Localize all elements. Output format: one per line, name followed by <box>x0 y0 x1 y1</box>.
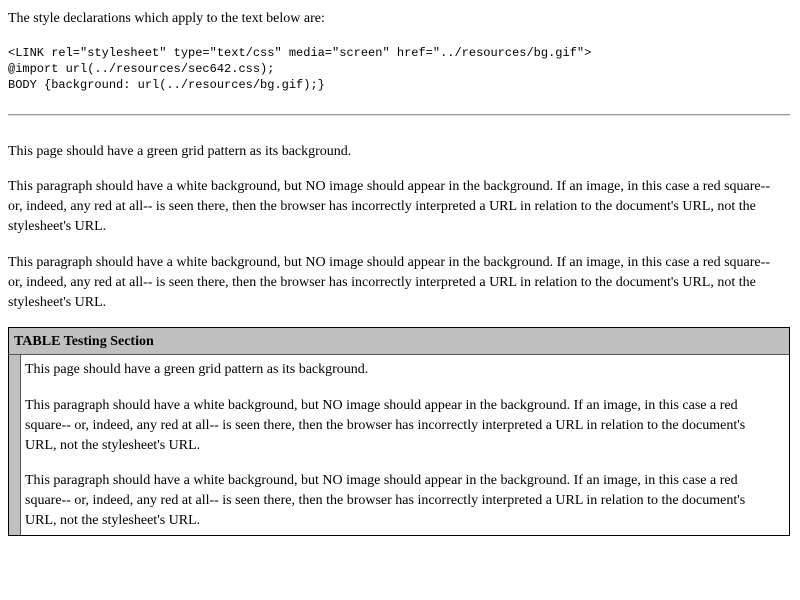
table-paragraph-white-bg-2: This paragraph should have a white backg… <box>25 473 746 528</box>
table-paragraph-green-grid: This page should have a green grid patte… <box>25 362 369 377</box>
paragraph-white-bg-1: This paragraph should have a white backg… <box>8 179 770 234</box>
table-header: TABLE Testing Section <box>9 328 789 355</box>
table-gutter-cell <box>9 355 21 535</box>
style-declarations-code: <LINK rel="stylesheet" type="text/css" m… <box>8 45 591 93</box>
paragraph-white-bg-2: This paragraph should have a white backg… <box>8 255 770 310</box>
code-line-link: <LINK rel="stylesheet" type="text/css" m… <box>8 46 592 60</box>
table-content-cell: This page should have a green grid patte… <box>21 355 789 535</box>
code-line-body: BODY {background: url(../resources/bg.gi… <box>8 78 325 92</box>
table-testing-section: TABLE Testing Section This page should h… <box>8 327 790 536</box>
horizontal-rule <box>8 114 790 116</box>
code-line-import: @import url(../resources/sec642.css); <box>8 62 275 76</box>
paragraph-green-grid: This page should have a green grid patte… <box>8 144 352 159</box>
intro-text: The style declarations which apply to th… <box>8 11 325 26</box>
table-paragraph-white-bg-1: This paragraph should have a white backg… <box>25 398 746 453</box>
table-header-text: TABLE Testing Section <box>14 334 154 349</box>
